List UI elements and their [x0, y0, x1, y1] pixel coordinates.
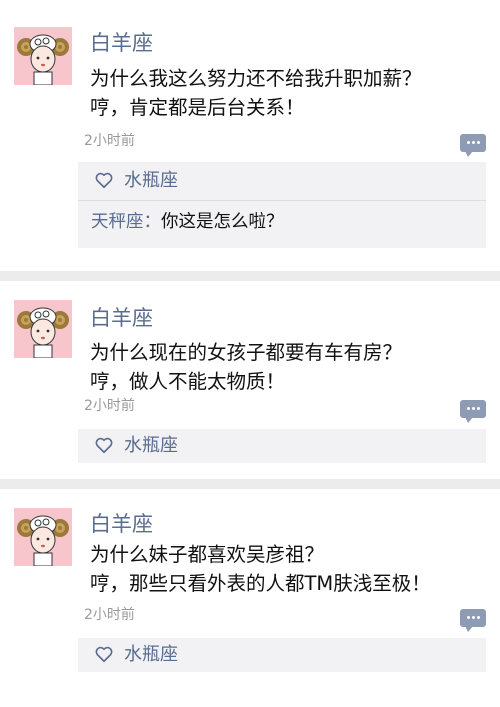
comment-item[interactable]: 天秤座：你这是怎么啦？ — [91, 209, 486, 235]
post-content-line: 哼，那些只看外表的人都TM肤浅至极！ — [90, 572, 431, 595]
comment-author[interactable]: 天秤座 — [91, 212, 144, 232]
post-username[interactable]: 白羊座 — [90, 305, 153, 331]
comment-icon[interactable] — [460, 134, 486, 157]
moment-post: 白羊座 为什么我这么努力还不给我升职加薪？ 哼，肯定都是后台关系！ 2小时前 水… — [0, 0, 500, 271]
post-content-line: 哼，肯定都是后台关系！ — [90, 96, 305, 119]
post-content-line: 哼，做人不能太物质！ — [90, 370, 286, 393]
moment-post: 白羊座 为什么妹子都喜欢吴彦祖？ 哼，那些只看外表的人都TM肤浅至极！ 2小时前… — [0, 489, 500, 707]
interaction-panel: 水瓶座 — [78, 638, 486, 672]
comment-icon[interactable] — [460, 609, 486, 632]
post-content: 为什么我这么努力还不给我升职加薪？ 哼，肯定都是后台关系！ — [90, 64, 494, 122]
post-timestamp: 2小时前 — [84, 133, 135, 149]
post-username[interactable]: 白羊座 — [90, 511, 153, 537]
post-content-line: 为什么我这么努力还不给我升职加薪？ — [90, 67, 422, 90]
post-username[interactable]: 白羊座 — [90, 30, 153, 56]
interaction-panel: 水瓶座 — [78, 429, 486, 463]
ram-avatar-icon — [17, 34, 69, 85]
ram-avatar-icon — [17, 307, 69, 358]
likes-row: 水瓶座 — [78, 429, 486, 462]
post-content: 为什么妹子都喜欢吴彦祖？ 哼，那些只看外表的人都TM肤浅至极！ — [90, 540, 494, 598]
like-user[interactable]: 水瓶座 — [124, 642, 178, 668]
moment-post: 白羊座 为什么现在的女孩子都要有车有房？ 哼，做人不能太物质！ 2小时前 水瓶座 — [0, 281, 500, 479]
post-content-line: 为什么妹子都喜欢吴彦祖？ — [90, 543, 325, 566]
post-content-line: 为什么现在的女孩子都要有车有房？ — [90, 341, 403, 364]
post-timestamp: 2小时前 — [84, 398, 135, 414]
avatar[interactable] — [14, 508, 72, 566]
like-user[interactable]: 水瓶座 — [124, 168, 178, 194]
ram-avatar-icon — [17, 515, 69, 566]
post-timestamp: 2小时前 — [84, 607, 135, 623]
avatar[interactable] — [14, 27, 72, 85]
interaction-panel: 水瓶座 天秤座：你这是怎么啦？ — [78, 162, 486, 248]
heart-icon — [95, 437, 113, 454]
comment-icon[interactable] — [460, 400, 486, 423]
heart-icon — [95, 172, 113, 189]
likes-row: 水瓶座 — [78, 638, 486, 671]
divider — [78, 200, 486, 201]
like-user[interactable]: 水瓶座 — [124, 433, 178, 459]
comment-colon: ： — [143, 212, 162, 232]
heart-icon — [95, 646, 113, 663]
likes-row: 水瓶座 — [78, 164, 486, 197]
comment-text: 你这是怎么啦？ — [161, 212, 284, 232]
avatar[interactable] — [14, 300, 72, 358]
post-content: 为什么现在的女孩子都要有车有房？ 哼，做人不能太物质！ — [90, 338, 494, 396]
